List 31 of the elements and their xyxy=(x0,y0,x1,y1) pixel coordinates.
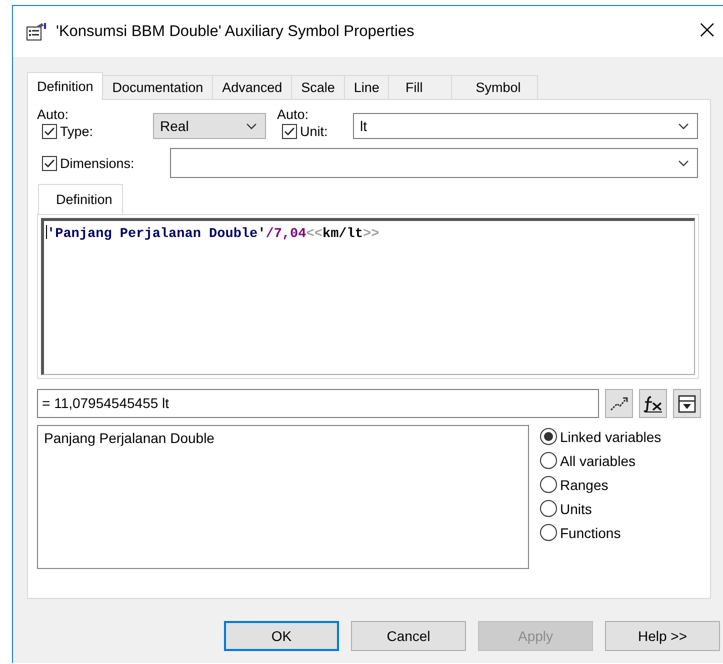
result-field[interactable]: = 11,07954545455 lt xyxy=(37,389,600,418)
auto-label: Auto: xyxy=(37,108,70,122)
dialog-button[interactable]: OK xyxy=(224,621,339,651)
radio-option[interactable]: Units xyxy=(540,500,662,517)
graph-icon[interactable] xyxy=(605,389,634,418)
dimensions-checkbox[interactable]: Dimensions: xyxy=(42,156,170,170)
unit-checkbox[interactable]: Unit: xyxy=(282,124,354,139)
insert-icon[interactable] xyxy=(673,389,701,418)
equation-editor[interactable]: 'Panjang Perjalanan Double'/7,04<<km/lt>> xyxy=(41,218,695,375)
type-checkbox[interactable]: Type: xyxy=(42,124,94,139)
radio-option[interactable]: Ranges xyxy=(540,476,662,493)
caret-icon xyxy=(678,122,689,130)
unit-dropdown[interactable]: lt xyxy=(353,113,698,139)
radio-option[interactable]: All variables xyxy=(540,452,662,469)
radio-option[interactable]: Linked variables xyxy=(540,428,662,445)
close-button[interactable]: × xyxy=(688,14,723,48)
dimensions-dropdown[interactable] xyxy=(170,148,698,178)
caret-icon xyxy=(678,160,689,166)
window-title: 'Konsumsi BBM Double' Auxiliary Symbol Properties xyxy=(56,22,416,40)
list-item[interactable]: Panjang Perjalanan Double xyxy=(44,430,522,446)
radio-option[interactable]: Functions xyxy=(540,524,662,541)
tab[interactable]: Definition xyxy=(27,72,104,100)
dialog-button[interactable]: Cancel xyxy=(351,621,466,651)
caret-icon xyxy=(246,122,258,130)
auto-label: Auto: xyxy=(277,108,310,122)
tab[interactable]: Symbol xyxy=(450,75,538,99)
function-icon[interactable] xyxy=(639,389,668,418)
tab[interactable]: Definition xyxy=(38,184,124,214)
properties-icon xyxy=(26,22,48,42)
type-dropdown[interactable]: Real xyxy=(153,113,266,139)
dialog-button[interactable]: Help >> xyxy=(605,621,720,651)
